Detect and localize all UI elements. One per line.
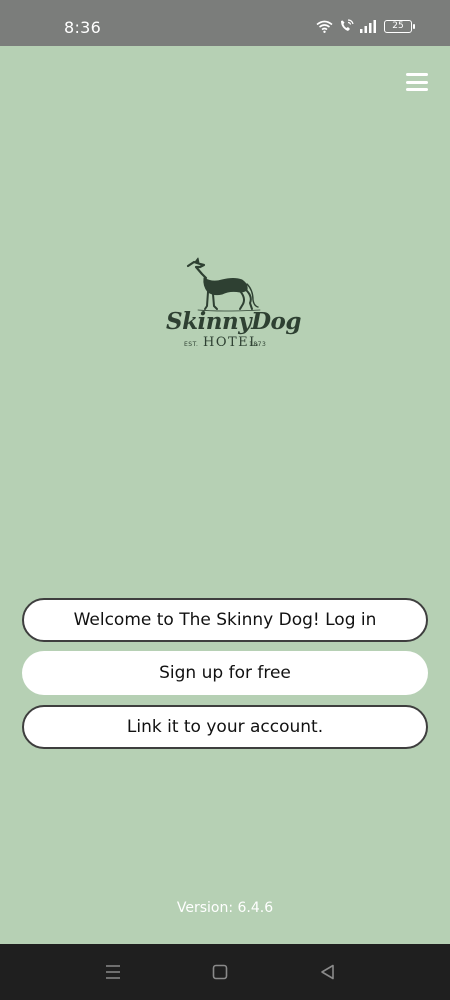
logo-year: 1873 <box>249 341 267 348</box>
system-nav-bar <box>0 944 450 1000</box>
status-time: 8:36 <box>64 18 102 37</box>
home-icon[interactable] <box>210 962 230 982</box>
hamburger-menu-icon[interactable] <box>404 71 430 93</box>
status-bar: 8:36 25 <box>0 0 450 46</box>
wifi-icon <box>316 20 333 33</box>
battery-level: 25 <box>392 20 404 31</box>
battery-icon: 25 <box>384 19 415 33</box>
link-account-button[interactable]: Link it to your account. <box>22 705 428 749</box>
logo-wordmark: SkinnyDog <box>166 308 301 335</box>
status-icons: 25 <box>316 19 415 33</box>
signup-button[interactable]: Sign up for free <box>22 651 428 695</box>
logo-est: EST. <box>184 341 199 348</box>
wifi-call-icon <box>341 19 354 31</box>
signal-icon <box>360 19 376 33</box>
greyhound-dog-icon <box>186 257 261 312</box>
version-label: Version: 6.4.6 <box>176 900 274 916</box>
recents-icon[interactable] <box>103 962 123 982</box>
back-icon[interactable] <box>318 962 338 982</box>
login-button[interactable]: Welcome to The Skinny Dog! Log in <box>22 598 428 642</box>
skinny-dog-hotel-logo: SkinnyDog EST. HOTEL 1873 <box>160 256 301 356</box>
